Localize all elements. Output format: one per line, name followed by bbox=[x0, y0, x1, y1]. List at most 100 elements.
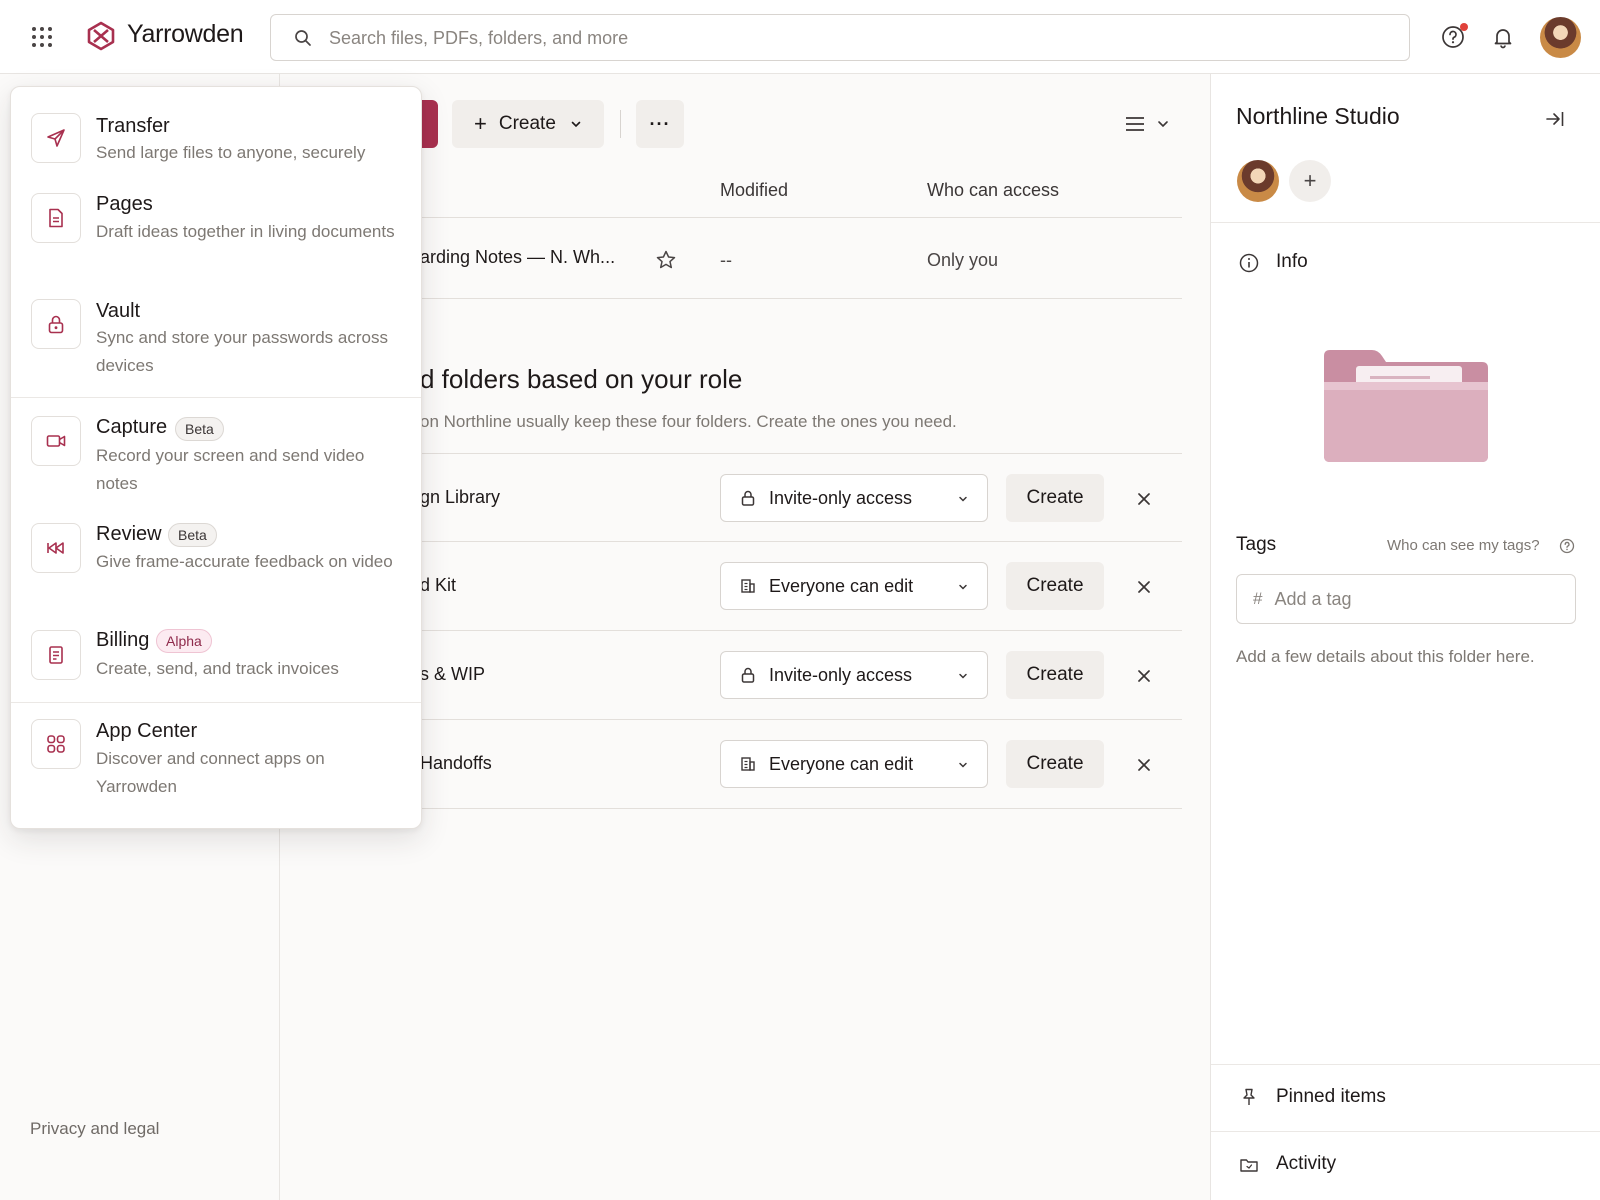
panel-divider bbox=[1211, 1131, 1600, 1132]
section-divider bbox=[400, 453, 1182, 454]
building-icon bbox=[741, 579, 755, 593]
menu-item-description: Discover and connect apps on Yarrowden bbox=[96, 749, 325, 796]
app-switcher-grid-icon[interactable] bbox=[32, 27, 52, 47]
create-folder-button[interactable]: Create bbox=[1006, 740, 1104, 788]
add-tag-input[interactable] bbox=[1274, 588, 1555, 610]
receipt-icon bbox=[49, 646, 63, 664]
alpha-badge: Alpha bbox=[156, 629, 212, 653]
brand-name[interactable]: Yarrowden bbox=[127, 20, 244, 49]
menu-item-description: Give frame-accurate feedback on video bbox=[96, 552, 393, 571]
suggested-folder-name: s & WIP bbox=[420, 664, 486, 684]
beta-badge: Beta bbox=[175, 417, 224, 441]
bell-icon[interactable] bbox=[1490, 24, 1516, 50]
beta-badge: Beta bbox=[168, 523, 217, 547]
access-dropdown[interactable]: Invite-only access bbox=[720, 651, 988, 699]
yarrowden-logo-icon[interactable] bbox=[86, 21, 116, 51]
close-icon[interactable] bbox=[1134, 489, 1154, 509]
pages-tile bbox=[31, 193, 81, 243]
file-name[interactable]: arding Notes — N. Wh... bbox=[420, 247, 615, 268]
search-input[interactable] bbox=[329, 25, 1389, 51]
create-folder-button[interactable]: Create bbox=[1006, 651, 1104, 699]
user-avatar[interactable] bbox=[1540, 17, 1581, 58]
menu-item-description: Draft ideas together in living documents bbox=[96, 222, 395, 241]
chevron-down-icon bbox=[959, 673, 967, 679]
table-header-divider bbox=[400, 217, 1182, 218]
close-icon[interactable] bbox=[1134, 666, 1154, 686]
column-header-modified[interactable]: Modified bbox=[720, 180, 788, 201]
more-options-button[interactable]: ··· bbox=[636, 100, 684, 148]
info-icon bbox=[1239, 253, 1259, 273]
activity-folder-icon bbox=[1240, 1159, 1258, 1172]
transfer-tile bbox=[31, 113, 81, 163]
search-bar[interactable] bbox=[270, 14, 1410, 61]
file-access: Only you bbox=[927, 250, 999, 270]
menu-item-title: Billing bbox=[96, 629, 150, 651]
access-dropdown[interactable]: Everyone can edit bbox=[720, 740, 988, 788]
rewind-icon bbox=[47, 542, 64, 554]
panel-title: Northline Studio bbox=[1236, 103, 1400, 129]
activity-link[interactable]: Activity bbox=[1276, 1153, 1336, 1175]
access-dropdown-label: Everyone can edit bbox=[769, 575, 914, 596]
access-dropdown[interactable]: Everyone can edit bbox=[720, 562, 988, 610]
question-icon[interactable] bbox=[1559, 538, 1575, 554]
info-section-label[interactable]: Info bbox=[1276, 251, 1308, 273]
create-folder-button[interactable]: Create bbox=[1006, 474, 1104, 522]
panel-divider bbox=[1211, 222, 1600, 223]
suggested-folder-name: Handoffs bbox=[420, 753, 492, 773]
menu-divider bbox=[11, 397, 421, 398]
plus-icon: + bbox=[474, 111, 487, 136]
folder-description-field[interactable]: Add a few details about this folder here… bbox=[1236, 647, 1535, 667]
column-header-access[interactable]: Who can access bbox=[927, 180, 1059, 201]
send-icon bbox=[47, 129, 65, 147]
access-dropdown-label: Everyone can edit bbox=[769, 753, 914, 774]
apps-icon bbox=[47, 735, 65, 753]
menu-divider bbox=[11, 702, 421, 703]
suggested-folder-name: gn Library bbox=[420, 487, 501, 507]
review-tile bbox=[31, 523, 81, 573]
lock-icon bbox=[741, 667, 755, 683]
menu-item-description: Record your screen and send video notes bbox=[96, 446, 365, 493]
add-member-button[interactable]: + bbox=[1289, 160, 1331, 202]
row-divider bbox=[400, 808, 1182, 809]
chevron-down-icon bbox=[959, 762, 967, 768]
access-dropdown[interactable]: Invite-only access bbox=[720, 474, 988, 522]
star-icon[interactable] bbox=[655, 249, 677, 271]
menu-item-title: App Center bbox=[96, 720, 198, 742]
collapse-panel-icon[interactable] bbox=[1544, 108, 1566, 130]
lock-icon bbox=[48, 315, 64, 334]
create-folder-button[interactable]: Create bbox=[1006, 562, 1104, 610]
privacy-legal-link[interactable]: Privacy and legal bbox=[30, 1119, 159, 1139]
lock-icon bbox=[741, 490, 755, 506]
menu-item-description: Create, send, and track invoices bbox=[96, 659, 339, 678]
close-icon[interactable] bbox=[1134, 755, 1154, 775]
row-divider bbox=[400, 719, 1182, 720]
suggested-folder-name: d Kit bbox=[420, 575, 457, 595]
row-divider bbox=[400, 630, 1182, 631]
view-options-icon[interactable] bbox=[1122, 112, 1174, 136]
toolbar-divider bbox=[620, 110, 621, 138]
close-icon[interactable] bbox=[1134, 577, 1154, 597]
chevron-down-icon bbox=[571, 121, 581, 128]
row-divider bbox=[400, 541, 1182, 542]
file-modified: -- bbox=[720, 250, 732, 270]
menu-item-title: Transfer bbox=[96, 115, 170, 137]
video-camera-icon bbox=[46, 435, 66, 447]
panel-divider bbox=[1211, 1064, 1600, 1065]
menu-item-title: Vault bbox=[96, 300, 141, 322]
chevron-down-icon bbox=[959, 496, 967, 502]
access-dropdown-label: Invite-only access bbox=[769, 664, 913, 685]
create-button-label: Create bbox=[498, 113, 556, 134]
top-bar: Yarrowden bbox=[0, 0, 1600, 74]
menu-item-title: Review bbox=[96, 523, 162, 545]
notification-dot bbox=[1460, 23, 1468, 31]
billing-tile bbox=[31, 630, 81, 680]
vault-tile bbox=[31, 299, 81, 349]
member-avatar[interactable] bbox=[1237, 160, 1279, 202]
tags-visibility-link[interactable]: Who can see my tags? bbox=[1387, 537, 1540, 554]
add-tag-field[interactable]: # bbox=[1236, 574, 1576, 624]
pinned-items-link[interactable]: Pinned items bbox=[1276, 1086, 1386, 1108]
create-button[interactable]: + Create bbox=[452, 100, 604, 148]
menu-item-title: Pages bbox=[96, 193, 153, 215]
row-divider bbox=[400, 298, 1182, 299]
search-icon bbox=[295, 30, 311, 46]
